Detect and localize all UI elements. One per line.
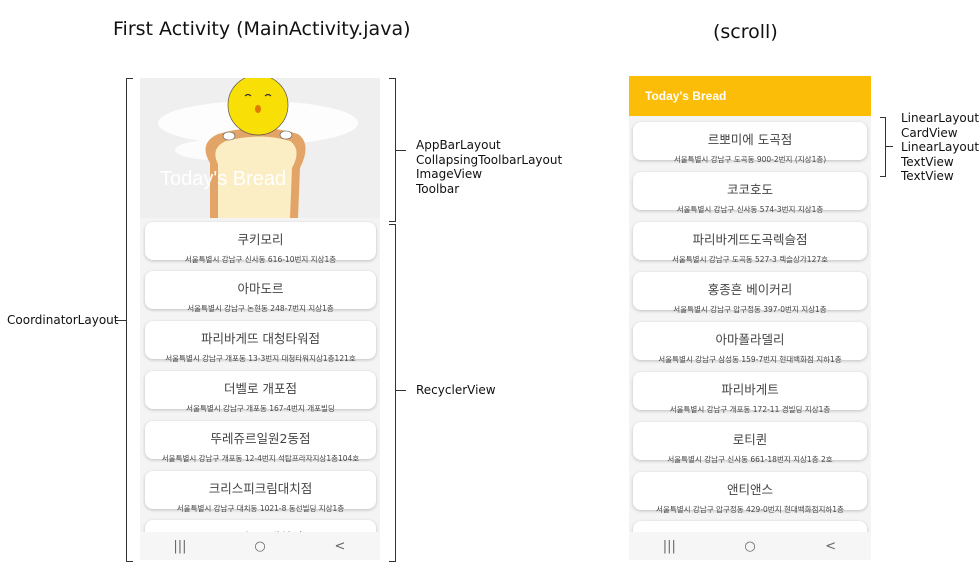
label-text-view: TextView	[901, 154, 954, 169]
list-item[interactable]: 아마폴라델리 서울특별시 강남구 삼성동 159-7번지 현대백화점 지하1층	[633, 322, 867, 364]
recents-button[interactable]: |||	[160, 539, 200, 554]
list-item-address: 서울특별시 강남구 도곡동 900-2번지 (지상1층)	[673, 155, 827, 164]
heading-first-activity: First Activity (MainActivity.java)	[113, 18, 411, 40]
label-appbar-layout: AppBarLayout	[416, 138, 501, 152]
list-item[interactable]: 로티퀸 서울특별시 강남구 신사동 661-18번지 지상1층 2호	[633, 422, 867, 464]
list-item-address: 서울특별시 강남구 신사동 616-10번지 지상1층	[184, 255, 337, 264]
list-item-address: 서울특별시 강남구 개포동 172-11 경빌딩 지상1층	[669, 405, 831, 414]
recycler-bracket	[389, 224, 396, 562]
back-button[interactable]: <	[320, 539, 360, 554]
list-item[interactable]: 쿠키모리 서울특별시 강남구 신사동 616-10번지 지상1층	[145, 222, 376, 264]
home-button[interactable]: ○	[730, 539, 770, 554]
label-card-view: CardView	[901, 125, 958, 140]
list-item[interactable]: 더벨로 개포점 서울특별시 강남구 개포동 167-4번지 개포빌딩	[145, 371, 376, 413]
list-item-name: 크리스피크림대치점	[208, 481, 313, 496]
list-item-name: 코코호도	[726, 182, 773, 197]
coordinator-bracket	[126, 78, 133, 562]
list-item[interactable]: 홍종흔 베이커리 서울특별시 강남구 압구정동 397-0번지 지상1층	[633, 272, 867, 314]
list-item[interactable]: 뚜레쥬르일원2동점 서울특별시 강남구 개포동 12-4번지 석탑프라자지상1층…	[145, 421, 376, 463]
card-annotations: LinearLayout CardView LinearLayout TextV…	[901, 111, 979, 184]
heading-scroll: (scroll)	[713, 21, 778, 43]
list-item-name: 아마폴라델리	[715, 332, 785, 347]
home-button[interactable]: ○	[240, 539, 280, 554]
list-item[interactable]: 아마도르 서울특별시 강남구 논현동 248-7번지 지상1층	[145, 271, 376, 313]
list-item-address: 서울특별시 강남구 개포동 13-3번지 대청타워지상1층121호	[165, 354, 356, 363]
label-collapsing-toolbar-layout: CollapsingToolbarLayout	[416, 152, 563, 167]
list-item-address: 서울특별시 강남구 신사동 661-18번지 지상1층 2호	[667, 455, 833, 464]
recycler-tick	[395, 390, 406, 391]
recents-button[interactable]: |||	[649, 539, 689, 554]
list-item-name: 앤티앤스	[726, 482, 773, 497]
list-item-address: 서울특별시 강남구 신사동 574-3번지 지상1층	[676, 205, 824, 214]
toolbar-title: Today's Bread	[645, 89, 727, 103]
system-navbar: ||| ○ <	[629, 532, 871, 560]
right-phone-screen: Today's Bread 르뽀미에 도곡점 서울특별시 강남구 도곡동 900…	[629, 76, 871, 560]
back-button[interactable]: <	[811, 539, 851, 554]
list-item[interactable]: 르뽀미에 도곡점 서울특별시 강남구 도곡동 900-2번지 (지상1층)	[633, 122, 867, 164]
label-text-view-2: TextView	[901, 169, 954, 183]
toolbar: Today's Bread	[629, 76, 871, 116]
list-item-address: 서울특별시 강남구 개포동 12-4번지 석탑프라자지상1층104호	[161, 454, 360, 463]
list-item-address: 서울특별시 강남구 개포동 167-4번지 개포빌딩	[186, 404, 335, 413]
appbar-tick	[395, 150, 406, 151]
label-coordinator-layout: CoordinatorLayout	[7, 313, 119, 327]
appbar-header-image: Today's Bread	[140, 78, 380, 218]
list-item-name: 뚜레쥬르일원2동점	[210, 431, 311, 446]
list-item-name: 더벨로 개포점	[224, 381, 297, 396]
list-item-name: 로티퀸	[732, 432, 768, 447]
list-item[interactable]: 코코호도 서울특별시 강남구 신사동 574-3번지 지상1층	[633, 172, 867, 214]
card-bracket	[880, 117, 886, 177]
bread-mascot-image	[158, 78, 358, 218]
list-item-name: 홍종흔 베이커리	[707, 282, 793, 297]
label-linear-layout: LinearLayout	[901, 111, 980, 125]
list-item-address: 서울특별시 강남구 도곡동 527-3 렉슬상가127호	[671, 255, 829, 264]
list-item-name: 파리바게뜨도곡렉슬점	[692, 232, 808, 247]
system-navbar: ||| ○ <	[140, 532, 380, 560]
label-image-view: ImageView	[416, 167, 483, 181]
label-linear-layout-inner: LinearLayout	[901, 140, 980, 154]
list-item-address: 서울특별시 강남구 대치동 1021-8 동선빌딩 지상1층	[176, 504, 345, 513]
collapsed-toolbar-title: Today's Bread	[160, 168, 287, 190]
list-item-address: 서울특별시 강남구 압구정동 397-0번지 지상1층	[673, 305, 827, 314]
list-item-name: 파리바게트	[721, 382, 779, 397]
list-item-address: 서울특별시 강남구 압구정동 429-0번지 현대백화점지하1층	[656, 505, 844, 514]
list-item[interactable]: 파리바게뜨도곡렉슬점 서울특별시 강남구 도곡동 527-3 렉슬상가127호	[633, 222, 867, 264]
list-item[interactable]: 크리스피크림대치점 서울특별시 강남구 대치동 1021-8 동선빌딩 지상1층	[145, 471, 376, 513]
list-item-address: 서울특별시 강남구 삼성동 159-7번지 현대백화점 지하1층	[658, 355, 842, 364]
list-item-address: 서울특별시 강남구 논현동 248-7번지 지상1층	[187, 304, 334, 313]
label-toolbar: Toolbar	[416, 181, 460, 196]
list-item[interactable]: 앤티앤스 서울특별시 강남구 압구정동 429-0번지 현대백화점지하1층	[633, 472, 867, 514]
list-item-name: 르뽀미에 도곡점	[707, 132, 793, 147]
list-item-name: 파리바게뜨 대청타워점	[201, 331, 320, 346]
card-tick	[885, 146, 893, 147]
list-item-name: 아마도르	[237, 281, 284, 296]
list-item[interactable]: 파리바게트 서울특별시 강남구 개포동 172-11 경빌딩 지상1층	[633, 372, 867, 414]
appbar-annotations: AppBarLayout CollapsingToolbarLayout Ima…	[416, 138, 562, 196]
list-item[interactable]: 파리바게뜨 대청타워점 서울특별시 강남구 개포동 13-3번지 대청타워지상1…	[145, 321, 376, 363]
label-recycler-view: RecyclerView	[416, 383, 496, 397]
list-item-name: 쿠키모리	[237, 232, 284, 247]
left-phone-screen: Today's Bread 쿠키모리 서울특별시 강남구 신사동 616-10번…	[140, 78, 380, 560]
